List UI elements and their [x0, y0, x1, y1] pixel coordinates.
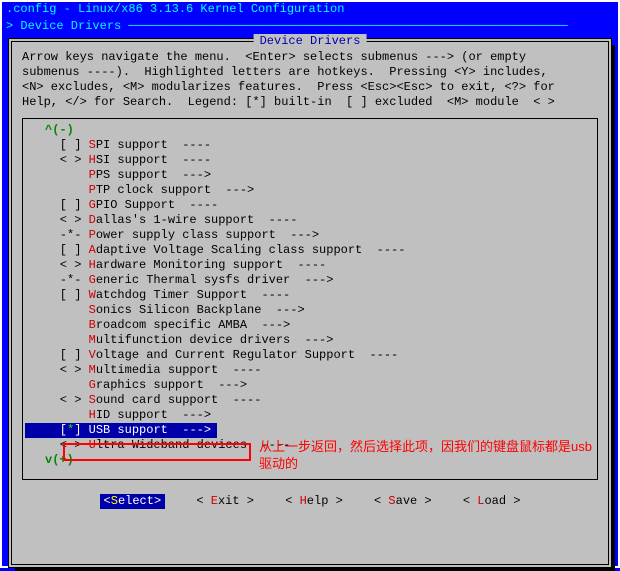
menu-item[interactable]: [ ] GPIO Support ----	[25, 198, 595, 213]
menu-item[interactable]: Graphics support --->	[25, 378, 595, 393]
menu-item[interactable]: [*] USB support --->	[25, 423, 217, 438]
scroll-up-indicator: ^(-)	[25, 123, 595, 138]
menu-item[interactable]: Multifunction device drivers --->	[25, 333, 595, 348]
select-button[interactable]: <Select>	[100, 494, 166, 509]
annotation-text: 从上一步返回，然后选择此项，因我们的键盘鼠标都是usb驱动的	[259, 439, 598, 473]
menu-item[interactable]: < > HSI support ----	[25, 153, 595, 168]
menu-item[interactable]: [ ] Voltage and Current Regulator Suppor…	[25, 348, 595, 363]
menu-item[interactable]: -*- Generic Thermal sysfs driver --->	[25, 273, 595, 288]
menu-item[interactable]: PPS support --->	[25, 168, 595, 183]
save-button[interactable]: < Save >	[374, 494, 432, 509]
button-bar: <Select> < Exit > < Help > < Save > < Lo…	[12, 488, 608, 513]
dialog-panel: Device Drivers Arrow keys navigate the m…	[8, 38, 612, 568]
help-text: Arrow keys navigate the menu. <Enter> se…	[12, 42, 608, 114]
menu-list[interactable]: ^(-) [ ] SPI support ---- < > HSI suppor…	[22, 118, 598, 480]
exit-button[interactable]: < Exit >	[196, 494, 254, 509]
menu-item[interactable]: Broadcom specific AMBA --->	[25, 318, 595, 333]
menu-item[interactable]: [ ] Watchdog Timer Support ----	[25, 288, 595, 303]
window-title: .config - Linux/x86 3.13.6 Kernel Config…	[0, 0, 620, 19]
menu-item[interactable]: HID support --->	[25, 408, 595, 423]
panel-title: Device Drivers	[254, 34, 367, 49]
menu-item[interactable]: -*- Power supply class support --->	[25, 228, 595, 243]
help-button[interactable]: < Help >	[285, 494, 343, 509]
menu-item[interactable]: [ ] SPI support ----	[25, 138, 595, 153]
menu-item[interactable]: [ ] Adaptive Voltage Scaling class suppo…	[25, 243, 595, 258]
menu-item[interactable]: < > Sound card support ----	[25, 393, 595, 408]
menu-item[interactable]: Sonics Silicon Backplane --->	[25, 303, 595, 318]
menu-item[interactable]: < > Hardware Monitoring support ----	[25, 258, 595, 273]
menu-item[interactable]: < > Multimedia support ----	[25, 363, 595, 378]
menu-item[interactable]: PTP clock support --->	[25, 183, 595, 198]
load-button[interactable]: < Load >	[463, 494, 521, 509]
menu-item[interactable]: < > Dallas's 1-wire support ----	[25, 213, 595, 228]
